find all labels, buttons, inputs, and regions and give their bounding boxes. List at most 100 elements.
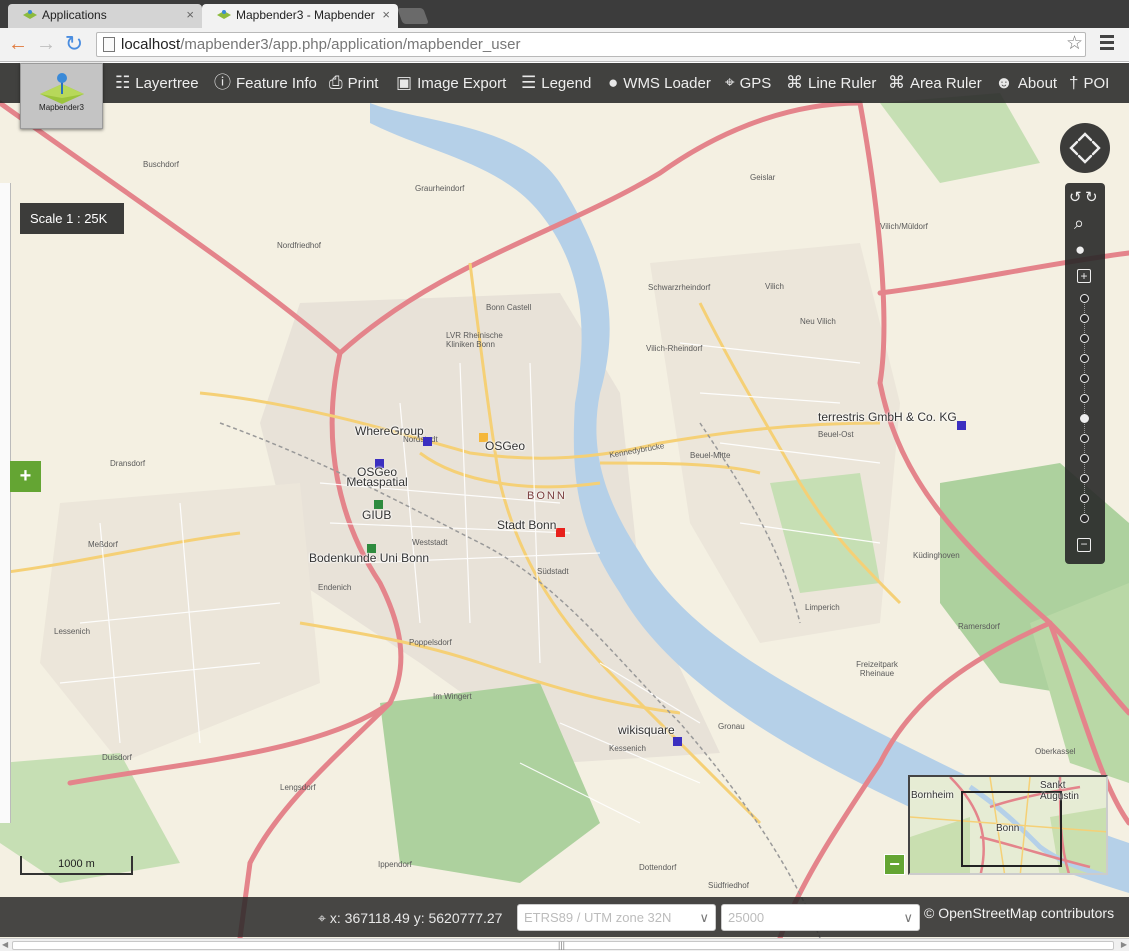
thumbtack-icon: † <box>1069 63 1078 103</box>
place-label-gronau: Gronau <box>718 722 745 731</box>
scroll-right-arrow-icon[interactable]: ▶ <box>1121 940 1127 949</box>
zoom-level-step[interactable] <box>1080 474 1089 483</box>
place-label-nordfriedhof: Nordfriedhof <box>277 241 321 250</box>
tool-feature-info[interactable]: ⓘFeature Info <box>214 63 317 103</box>
zoom-level-step[interactable] <box>1080 374 1089 383</box>
zoom-level-step[interactable] <box>1080 314 1089 323</box>
place-label-limperich: Limperich <box>805 603 840 612</box>
poi-label-bodenkunde: Bodenkunde Uni Bonn <box>309 551 429 565</box>
overview-label-bonn: Bonn <box>996 823 1019 834</box>
browser-menu-icon[interactable] <box>1100 35 1114 53</box>
zoom-level-step[interactable] <box>1080 414 1089 423</box>
place-label-graurheindorf: Graurheindorf <box>415 184 464 193</box>
close-tab-icon[interactable]: × <box>382 4 390 26</box>
browser-toolbar: ← → ↻ localhost/mapbender3/app.php/appli… <box>0 28 1129 62</box>
poi-marker-wheregroup[interactable] <box>423 437 432 446</box>
tool-about[interactable]: ☻About <box>995 63 1057 103</box>
place-label-beuel-ost: Beuel-Ost <box>818 430 854 439</box>
overview-label-bornheim: Bornheim <box>911 790 954 801</box>
poi-label-wikisquare: wikisquare <box>618 723 675 737</box>
place-label-lengsdorf: Lengsdorf <box>280 783 316 792</box>
poi-marker-stadt-bonn[interactable] <box>556 528 565 537</box>
new-tab-button[interactable] <box>397 8 429 24</box>
coordinates-display: ⌖x: 367118.49 y: 5620777.27 <box>318 910 502 927</box>
zoom-level-step[interactable] <box>1080 394 1089 403</box>
place-label-vilich-mueldorf: Vilich/Müldorf <box>880 222 928 231</box>
place-label-messdorf: Meßdorf <box>88 540 118 549</box>
zoom-level-step[interactable] <box>1080 354 1089 363</box>
map-attribution[interactable]: © OpenStreetMap contributors <box>924 905 1114 921</box>
place-label-lvr: LVR Rheinische Kliniken Bonn <box>446 331 506 349</box>
srs-selector[interactable]: ETRS89 / UTM zone 32N∨ <box>517 904 716 931</box>
tool-legend[interactable]: ☰Legend <box>521 63 591 103</box>
zoom-level-step[interactable] <box>1080 334 1089 343</box>
place-label-lessenich: Lessenich <box>54 627 90 636</box>
reload-icon[interactable]: ↻ <box>62 33 86 57</box>
zoom-level-step[interactable] <box>1080 514 1089 523</box>
url-text[interactable]: localhost/mapbender3/app.php/application… <box>121 36 520 53</box>
back-arrow-icon[interactable]: ← <box>6 33 30 57</box>
place-label-schwarzrheindorf: Schwarzrheindorf <box>648 283 710 292</box>
tool-poi[interactable]: †POI <box>1069 63 1109 103</box>
horizontal-scrollbar[interactable]: ◀ ||| ▶ <box>0 938 1129 951</box>
crosshair-icon: ⌖ <box>318 910 326 926</box>
place-label-buschdorf: Buschdorf <box>143 160 179 169</box>
place-label-ippendorf: Ippendorf <box>378 860 412 869</box>
overview-label-sankt-augustin: Sankt Augustin <box>1040 780 1106 802</box>
place-label-duisdorf: Duisdorf <box>102 753 132 762</box>
close-tab-icon[interactable]: × <box>186 4 194 26</box>
poi-marker-terrestris[interactable] <box>957 421 966 430</box>
zoom-level-step[interactable] <box>1080 494 1089 503</box>
app-logo[interactable]: Mapbender3 <box>20 63 103 129</box>
overview-toggle-button[interactable]: − <box>884 854 905 875</box>
place-label-dottendorf: Dottendorf <box>639 863 676 872</box>
chevron-down-icon: ∨ <box>699 905 709 930</box>
poi-marker-wikisquare[interactable] <box>673 737 682 746</box>
pan-arrows-icon <box>1060 123 1110 173</box>
browser-tabstrip: Applications × Mapbender3 - Mapbender × <box>0 0 1129 28</box>
place-label-vilich: Vilich <box>765 282 784 291</box>
users-icon: ☻ <box>995 63 1013 103</box>
pan-control[interactable] <box>1060 123 1110 173</box>
zoom-track <box>1084 297 1085 517</box>
tool-print[interactable]: ⎙Print <box>329 63 378 103</box>
tab-mapbender[interactable]: Mapbender3 - Mapbender × <box>202 4 398 28</box>
tool-line-ruler[interactable]: ⌘Line Ruler <box>786 63 876 103</box>
tool-gps[interactable]: ⌖GPS <box>725 63 771 103</box>
poi-label-giub: GIUB <box>362 508 391 522</box>
zoom-box-icon[interactable]: ⌕ <box>1074 213 1084 234</box>
zoom-max-extent-globe-icon[interactable]: ● <box>1075 240 1085 260</box>
poi-label-osgeo-metaspatial: OSGeo Metaspatial <box>342 467 412 487</box>
tool-image-export[interactable]: ▣Image Export <box>396 63 506 103</box>
scale-selector[interactable]: 25000∨ <box>721 904 920 931</box>
history-forward-icon[interactable]: ↻ <box>1085 188 1098 206</box>
overview-map[interactable]: Bornheim Sankt Augustin Bonn <box>908 775 1108 875</box>
zoom-level-step[interactable] <box>1080 294 1089 303</box>
globe-icon: ● <box>608 63 618 103</box>
logo-text: Mapbender3 <box>21 103 102 112</box>
bookmark-star-icon[interactable]: ☆ <box>1066 32 1083 55</box>
place-label-poppelsdorf: Poppelsdorf <box>409 638 452 647</box>
sidepane-open-button[interactable]: + <box>10 461 41 492</box>
forward-arrow-icon[interactable]: → <box>34 33 58 57</box>
zoom-level-step[interactable] <box>1080 454 1089 463</box>
scroll-left-arrow-icon[interactable]: ◀ <box>2 940 8 949</box>
scrollbar-thumb[interactable]: ||| <box>12 941 1114 950</box>
tool-area-ruler[interactable]: ⌘Area Ruler <box>888 63 982 103</box>
tab-applications[interactable]: Applications × <box>8 4 202 28</box>
poi-label-wheregroup: WhereGroup <box>355 424 424 438</box>
place-label-bonn-castell: Bonn Castell <box>486 303 531 312</box>
poi-label-terrestris: terrestris GmbH & Co. KG <box>818 410 957 424</box>
zoom-in-icon[interactable]: + <box>1077 269 1091 283</box>
mapbender-favicon-icon <box>216 9 232 21</box>
address-bar[interactable]: localhost/mapbender3/app.php/application… <box>96 32 1086 57</box>
place-label-suedfriedhof: Südfriedhof <box>708 881 749 890</box>
zoom-bar: ↺ ↻ ⌕ ● + − <box>1065 183 1105 564</box>
tool-layertree[interactable]: ☷Layertree <box>115 63 199 103</box>
place-label-kessenich: Kessenich <box>609 744 646 753</box>
zoom-level-step[interactable] <box>1080 434 1089 443</box>
zoom-out-icon[interactable]: − <box>1077 538 1091 552</box>
history-back-icon[interactable]: ↺ <box>1069 188 1082 206</box>
place-label-neu-vilich: Neu Vilich <box>800 317 836 326</box>
tool-wms-loader[interactable]: ●WMS Loader <box>608 63 711 103</box>
